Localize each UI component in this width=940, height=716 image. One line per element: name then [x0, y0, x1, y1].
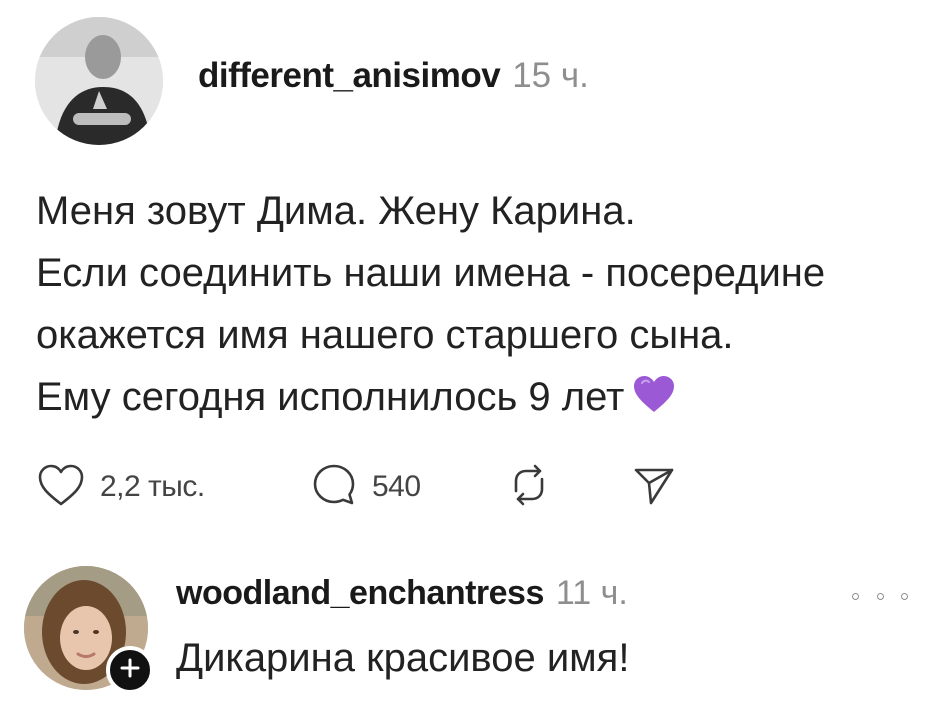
- post-text-line-last: Ему сегодня исполнилось 9 лет: [36, 366, 916, 432]
- repost-icon[interactable]: [506, 461, 552, 514]
- reply-comment: woodland_enchantress 11 ч. Дикарина крас…: [0, 556, 940, 716]
- plus-icon: [119, 657, 141, 684]
- post: different_anisimov 15 ч. Меня зовут Дима…: [0, 0, 940, 540]
- post-text: Меня зовут Дима. Жену Карина. Если соеди…: [36, 180, 916, 432]
- post-timestamp: 15 ч.: [512, 56, 589, 95]
- purple-heart-icon: [632, 370, 676, 432]
- reply-text: Дикарина красивое имя!: [176, 636, 630, 680]
- follow-button[interactable]: [106, 646, 154, 694]
- avatar-photo-icon: [35, 17, 163, 145]
- repost-action[interactable]: [506, 462, 552, 512]
- send-icon[interactable]: [630, 461, 678, 514]
- like-action[interactable]: 2,2 тыс.: [36, 462, 205, 512]
- more-options-icon[interactable]: [852, 586, 908, 606]
- post-text-line: Если соединить наши имена - посередине: [36, 251, 826, 295]
- comment-icon[interactable]: [310, 461, 358, 514]
- post-text-line-content: Ему сегодня исполнилось 9 лет: [36, 375, 625, 419]
- heart-icon[interactable]: [36, 462, 86, 513]
- reply-username[interactable]: woodland_enchantress: [176, 574, 544, 613]
- dot: [852, 592, 859, 600]
- share-action[interactable]: [630, 462, 678, 512]
- post-text-line: окажется имя нашего старшего сына.: [36, 313, 734, 357]
- comment-action[interactable]: 540: [310, 462, 421, 512]
- dot: [901, 592, 908, 600]
- post-text-line: Меня зовут Дима. Жену Карина.: [36, 189, 636, 233]
- dot: [876, 592, 884, 600]
- like-count: 2,2 тыс.: [100, 470, 205, 503]
- comment-count: 540: [372, 470, 421, 503]
- post-username[interactable]: different_anisimov: [198, 56, 501, 96]
- reply-timestamp: 11 ч.: [555, 574, 628, 612]
- avatar[interactable]: [35, 17, 163, 145]
- post-actions: 2,2 тыс. 540: [36, 462, 736, 512]
- post-header: different_anisimov 15 ч.: [198, 56, 589, 96]
- reply-header: woodland_enchantress 11 ч.: [176, 574, 628, 613]
